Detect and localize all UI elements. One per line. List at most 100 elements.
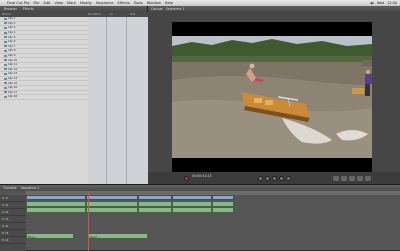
clip-name: Clip 5 bbox=[8, 35, 16, 39]
track-label: A3 bbox=[5, 217, 9, 221]
video-clip[interactable] bbox=[86, 195, 138, 200]
track-headers: V1 A1 A2 A3 A4 A5 A6 bbox=[0, 195, 26, 251]
video-clip[interactable] bbox=[172, 195, 212, 200]
canvas-sequence-tab[interactable]: Sequence 1 bbox=[166, 7, 185, 11]
track-header[interactable]: A6 bbox=[0, 237, 26, 244]
clip-icon bbox=[4, 82, 7, 85]
music-clip[interactable]: Music bbox=[88, 233, 148, 239]
track-header[interactable]: A4 bbox=[0, 223, 26, 230]
timeline-panel: Timeline Sequence 1 V1 A1 A2 A3 A4 A5 A6 Music… bbox=[0, 184, 400, 251]
video-clip[interactable] bbox=[212, 195, 234, 200]
canvas-controls: 00:00:41:23 bbox=[148, 172, 400, 184]
match-frame-icon[interactable] bbox=[365, 176, 371, 181]
clip-name: Clip 10 bbox=[8, 58, 18, 62]
canvas-titlebar: Canvas Sequence 1 bbox=[148, 6, 400, 12]
canvas-panel: Canvas Sequence 1 00:00:41:23 bbox=[148, 6, 400, 184]
clip-icon bbox=[4, 59, 7, 62]
timeline-sequence-tab[interactable]: Sequence 1 bbox=[21, 186, 40, 190]
clip-name: Clip 14 bbox=[8, 77, 18, 81]
track-header[interactable]: A1 bbox=[0, 202, 26, 209]
track-visibility-icon[interactable] bbox=[2, 232, 4, 234]
clip-icon bbox=[4, 63, 7, 66]
clip-icon bbox=[4, 95, 7, 98]
timeline-title: Timeline bbox=[3, 186, 17, 190]
mark-in-icon[interactable] bbox=[333, 176, 339, 181]
clip-icon bbox=[4, 45, 7, 48]
track-visibility-icon[interactable] bbox=[2, 218, 4, 220]
play-icon[interactable] bbox=[272, 176, 277, 181]
track-visibility-icon[interactable] bbox=[2, 239, 4, 241]
canvas-timecode[interactable]: 00:00:41:23 bbox=[192, 174, 211, 178]
play-around-icon[interactable] bbox=[279, 176, 284, 181]
video-still bbox=[172, 22, 372, 172]
add-keyframe-icon[interactable] bbox=[357, 176, 363, 181]
music-clip-label: Music bbox=[28, 236, 36, 239]
clip-icon bbox=[4, 22, 7, 25]
clip-name: Clip 3 bbox=[8, 26, 16, 30]
column-divider bbox=[126, 17, 127, 184]
clip-name: Clip 4 bbox=[8, 31, 16, 35]
clip-icon bbox=[4, 86, 7, 89]
track-label: A1 bbox=[5, 203, 9, 207]
clip-name: Clip 12 bbox=[8, 67, 18, 71]
clip-name: Clip 11 bbox=[8, 63, 18, 67]
previous-edit-icon[interactable] bbox=[258, 176, 263, 181]
track-label: A5 bbox=[5, 231, 9, 235]
clip-icon bbox=[4, 77, 7, 80]
audio-clip[interactable] bbox=[86, 207, 138, 213]
playhead[interactable] bbox=[88, 191, 89, 251]
clip-name: Clip 9 bbox=[8, 54, 16, 58]
clip-icon bbox=[4, 54, 7, 57]
track-label: A4 bbox=[5, 224, 9, 228]
play-in-to-out-icon[interactable] bbox=[265, 176, 270, 181]
column-divider bbox=[106, 17, 107, 184]
track-visibility-icon[interactable] bbox=[2, 197, 4, 199]
add-marker-icon[interactable] bbox=[349, 176, 355, 181]
track-visibility-icon[interactable] bbox=[2, 211, 4, 213]
track-label: A6 bbox=[5, 238, 9, 242]
music-clip-label: Music bbox=[90, 236, 98, 239]
browser-list: Clip 1 Clip 2 Clip 3 Clip 4 Clip 5 Clip 6 Clip… bbox=[0, 17, 88, 184]
clip-icon bbox=[4, 40, 7, 43]
clip-icon bbox=[4, 26, 7, 29]
next-edit-icon[interactable] bbox=[286, 176, 291, 181]
track-visibility-icon[interactable] bbox=[2, 204, 4, 206]
video-frame[interactable] bbox=[172, 22, 372, 172]
clip-name: Clip 8 bbox=[8, 49, 16, 53]
video-clip[interactable] bbox=[138, 195, 172, 200]
browser-panel: Browser Effects Name Duration In Out Cli… bbox=[0, 6, 148, 184]
canvas-edit-buttons bbox=[333, 176, 371, 181]
music-clip[interactable]: Music bbox=[26, 233, 74, 239]
track-visibility-icon[interactable] bbox=[2, 225, 4, 227]
timeline-tracks[interactable]: Music Music bbox=[26, 195, 400, 251]
mark-out-icon[interactable] bbox=[341, 176, 347, 181]
clip-name: Clip 7 bbox=[8, 44, 16, 48]
clip-name: Clip 6 bbox=[8, 40, 16, 44]
clip-name: Clip 13 bbox=[8, 72, 18, 76]
video-clip[interactable] bbox=[26, 195, 86, 200]
clip-name: Clip 17 bbox=[8, 90, 18, 94]
audio-clip[interactable] bbox=[26, 207, 86, 213]
clip-icon bbox=[4, 31, 7, 34]
browser-clip-row[interactable]: Clip 18 bbox=[0, 95, 88, 100]
track-header[interactable]: A2 bbox=[0, 209, 26, 216]
track-header[interactable]: A5 bbox=[0, 230, 26, 237]
clip-icon bbox=[4, 68, 7, 71]
track-header[interactable]: A3 bbox=[0, 216, 26, 223]
clip-name: Clip 16 bbox=[8, 86, 18, 90]
clip-name: Clip 18 bbox=[8, 95, 18, 99]
record-icon[interactable] bbox=[184, 176, 189, 181]
track-label: V1 bbox=[5, 196, 9, 200]
audio-clip[interactable] bbox=[172, 207, 212, 213]
browser-detail-columns bbox=[88, 17, 148, 184]
audio-clip[interactable] bbox=[138, 207, 172, 213]
audio-clip[interactable] bbox=[212, 207, 234, 213]
track-header[interactable]: V1 bbox=[0, 195, 26, 202]
track-label: A2 bbox=[5, 210, 9, 214]
canvas-title: Canvas bbox=[151, 7, 163, 11]
clip-name: Clip 15 bbox=[8, 81, 18, 85]
clip-icon bbox=[4, 49, 7, 52]
clip-icon bbox=[4, 36, 7, 39]
clip-icon bbox=[4, 72, 7, 75]
clip-name: Clip 2 bbox=[8, 21, 16, 25]
